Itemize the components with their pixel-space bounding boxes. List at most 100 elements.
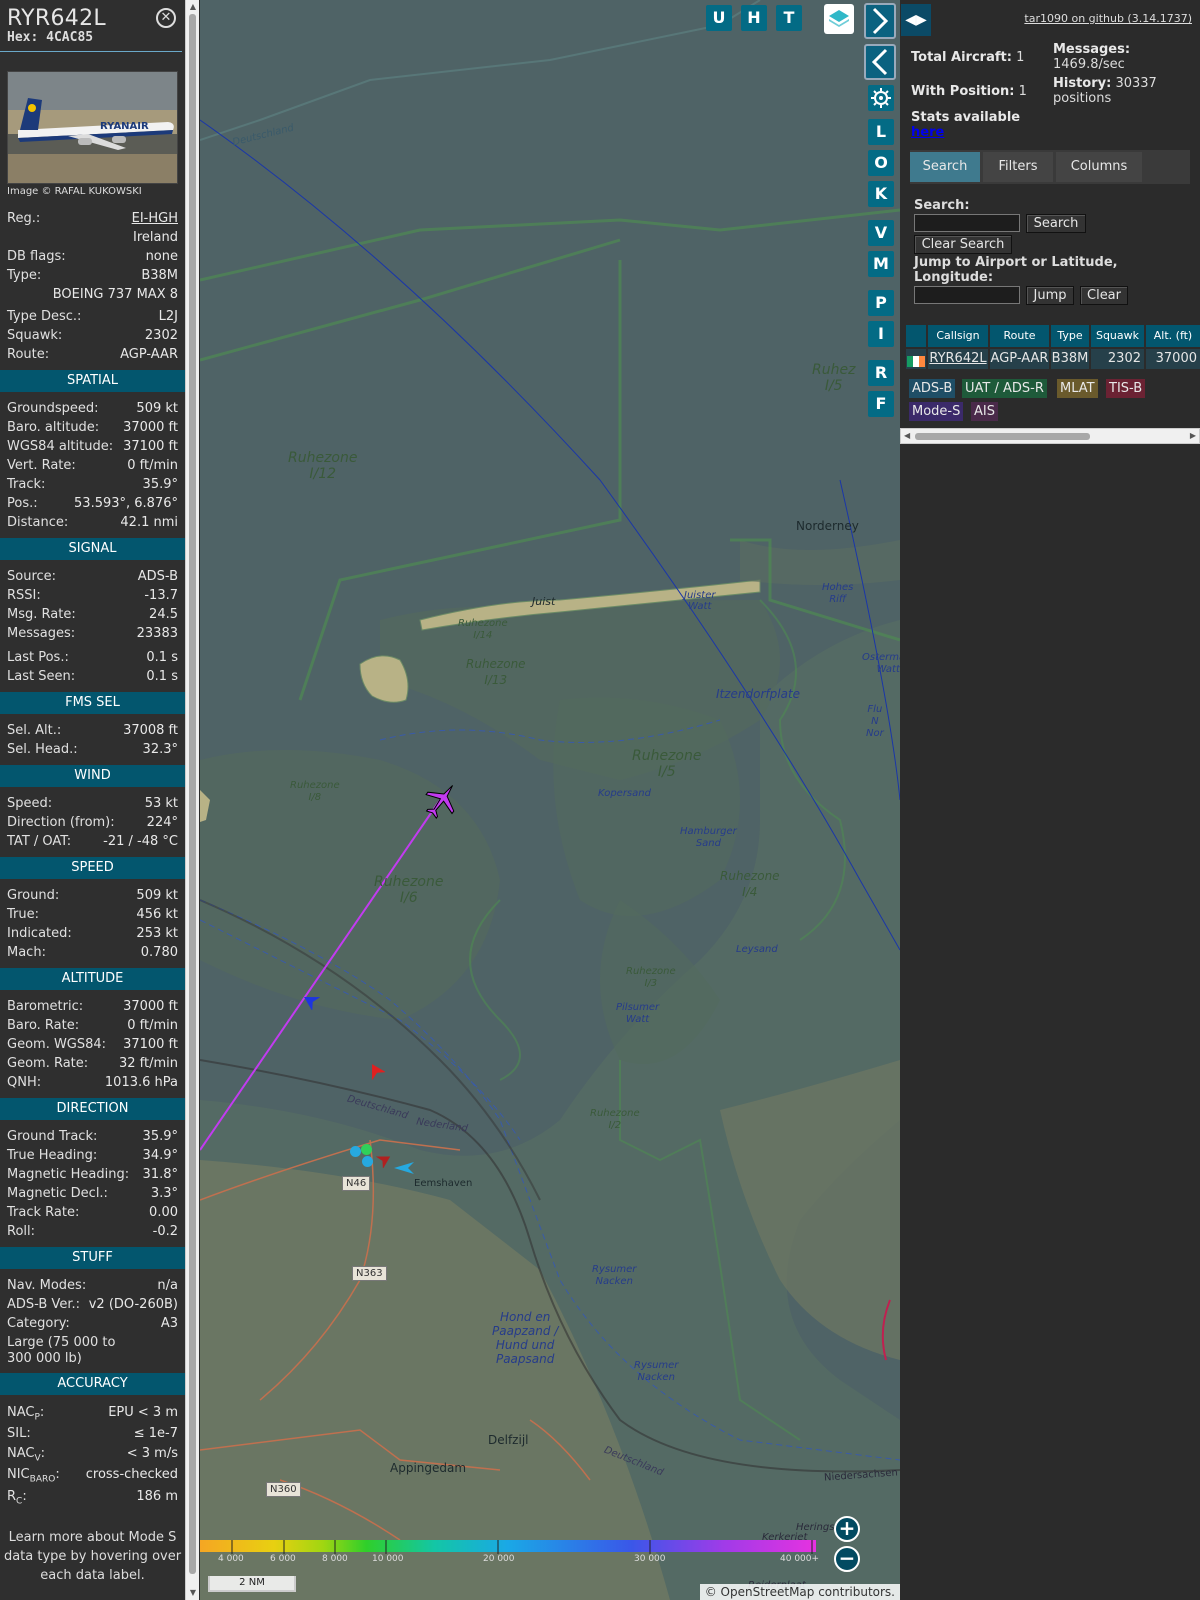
altitude-label[interactable]: Geom. WGS84: (7, 1035, 106, 1054)
map-button-l[interactable]: L (868, 119, 894, 145)
vessel-marker-2-icon[interactable] (362, 1156, 373, 1167)
clear-search-button[interactable]: Clear Search (914, 235, 1012, 254)
map-button-k[interactable]: K (868, 181, 894, 207)
hscrollbar-thumb[interactable] (915, 433, 1090, 440)
typedesc-label[interactable]: Type Desc.: (7, 307, 81, 326)
aircraft-photo[interactable]: RYANAIR (7, 71, 178, 184)
signal-label[interactable]: Messages: (7, 624, 75, 643)
map-button-f[interactable]: F (868, 391, 894, 417)
squawk-label[interactable]: Squawk: (7, 326, 62, 345)
table-header-route[interactable]: Route (990, 325, 1049, 347)
direction-label[interactable]: Magnetic Decl.: (7, 1184, 108, 1203)
github-link[interactable]: tar1090 on github (3.14.1737) (1024, 12, 1192, 25)
map-button-r[interactable]: R (868, 360, 894, 386)
spatial-label[interactable]: Vert. Rate: (7, 456, 76, 475)
dbflags-label[interactable]: DB flags: (7, 247, 66, 266)
speed-label[interactable]: Indicated: (7, 924, 72, 943)
map-button-v[interactable]: V (868, 220, 894, 246)
expand-panel-button[interactable] (864, 3, 896, 39)
speed-label[interactable]: Ground: (7, 886, 59, 905)
row-callsign[interactable]: RYR642L (928, 349, 988, 369)
altitude-label[interactable]: QNH: (7, 1073, 41, 1092)
tab-columns[interactable]: Columns (1056, 152, 1142, 182)
altitude-label[interactable]: Geom. Rate: (7, 1054, 88, 1073)
direction-label[interactable]: Roll: (7, 1222, 35, 1241)
nicbaro-label[interactable]: NICBARO: (7, 1464, 60, 1486)
aircraft-marker-cyan-icon[interactable] (392, 1158, 416, 1178)
signal-label[interactable]: Source: (7, 567, 56, 586)
navmodes-label[interactable]: Nav. Modes: (7, 1276, 86, 1295)
type-label[interactable]: Type: (7, 266, 41, 285)
zoom-in-button[interactable]: + (834, 1516, 860, 1542)
spatial-label[interactable]: Baro. altitude: (7, 418, 99, 437)
map-button-u[interactable]: U (706, 5, 732, 31)
signal2-label[interactable]: Last Pos.: (7, 648, 69, 667)
altitude-label[interactable]: Baro. Rate: (7, 1016, 79, 1035)
spatial-label[interactable]: WGS84 altitude: (7, 437, 113, 456)
signal-label[interactable]: Msg. Rate: (7, 605, 76, 624)
tab-filters[interactable]: Filters (983, 152, 1053, 182)
vessel-marker-green-icon[interactable] (361, 1144, 372, 1155)
table-header-squawk[interactable]: Squawk (1091, 325, 1144, 347)
selected-aircraft-icon[interactable] (422, 780, 462, 820)
nacp-label[interactable]: NACP: (7, 1402, 44, 1424)
jump-input[interactable] (914, 286, 1020, 304)
search-button[interactable]: Search (1026, 214, 1086, 233)
map-button-o[interactable]: O (868, 150, 894, 176)
tab-search[interactable]: Search (910, 152, 980, 182)
wind-label[interactable]: Speed: (7, 794, 52, 813)
signal-label[interactable]: RSSI: (7, 586, 41, 605)
settings-button[interactable] (868, 85, 894, 111)
table-header-type[interactable]: Type (1051, 325, 1089, 347)
registration-link[interactable]: EI-HGH (132, 209, 178, 228)
map-button-p[interactable]: P (868, 290, 894, 316)
vessel-marker-icon[interactable] (350, 1146, 361, 1157)
spatial-label[interactable]: Track: (7, 475, 45, 494)
scroll-left-arrow-icon[interactable]: ◀ (904, 431, 910, 440)
direction-label[interactable]: True Heading: (7, 1146, 97, 1165)
map-canvas[interactable]: Ruhezone I/12 Ruhezone I/5 Ruhezone I/6 … (200, 0, 900, 1600)
collapse-panel-button[interactable] (864, 44, 896, 80)
map-button-h[interactable]: H (741, 5, 767, 31)
table-horizontal-scrollbar[interactable]: ◀ ▶ (900, 428, 1200, 444)
direction-label[interactable]: Magnetic Heading: (7, 1165, 129, 1184)
spatial-label[interactable]: Groundspeed: (7, 399, 98, 418)
map-button-t[interactable]: T (776, 5, 802, 31)
adsbver-label[interactable]: ADS-B Ver.: (7, 1295, 80, 1314)
jump-clear-button[interactable]: Clear (1080, 286, 1128, 305)
wind-label[interactable]: TAT / OAT: (7, 832, 71, 851)
table-header-callsign[interactable]: Callsign (928, 325, 988, 347)
aircraft-marker-red-icon[interactable] (367, 1062, 385, 1080)
toggle-sidebar-button[interactable]: ◀▶ (901, 4, 931, 36)
aircraft-marker-ground-red-icon[interactable] (376, 1152, 392, 1168)
sil-label[interactable]: SIL: (7, 1424, 31, 1444)
spatial-label[interactable]: Pos.: (7, 494, 38, 513)
nacv-label[interactable]: NACV: (7, 1444, 45, 1464)
scroll-down-arrow-icon[interactable]: ▼ (188, 1588, 198, 1598)
aircraft-marker-blue-icon[interactable] (302, 992, 320, 1010)
route-label[interactable]: Route: (7, 345, 49, 364)
map-button-m[interactable]: M (868, 251, 894, 277)
layers-button[interactable] (824, 4, 854, 34)
direction-label[interactable]: Ground Track: (7, 1127, 97, 1146)
stats-here-link[interactable]: here (911, 125, 944, 140)
direction-label[interactable]: Track Rate: (7, 1203, 79, 1222)
table-header-altitude[interactable]: Alt. (ft) (1146, 325, 1200, 347)
signal2-label[interactable]: Last Seen: (7, 667, 75, 686)
search-input[interactable] (914, 214, 1020, 232)
close-icon[interactable]: ✕ (156, 8, 176, 28)
jump-button[interactable]: Jump (1026, 286, 1074, 305)
scroll-up-arrow-icon[interactable]: ▲ (188, 2, 198, 12)
map-attribution[interactable]: © OpenStreetMap contributors. (699, 1584, 900, 1600)
fms-label[interactable]: Sel. Alt.: (7, 721, 61, 740)
table-header-flag[interactable] (906, 325, 926, 347)
info-panel-scrollbar[interactable]: ▲ ▼ (185, 0, 199, 1600)
rc-label[interactable]: RC: (7, 1486, 27, 1508)
spatial-label[interactable]: Distance: (7, 513, 68, 532)
speed-label[interactable]: True: (7, 905, 39, 924)
zoom-out-button[interactable]: − (834, 1546, 860, 1572)
map-button-i[interactable]: I (868, 321, 894, 347)
altitude-label[interactable]: Barometric: (7, 997, 83, 1016)
category-label[interactable]: Category: (7, 1314, 70, 1333)
wind-label[interactable]: Direction (from): (7, 813, 115, 832)
